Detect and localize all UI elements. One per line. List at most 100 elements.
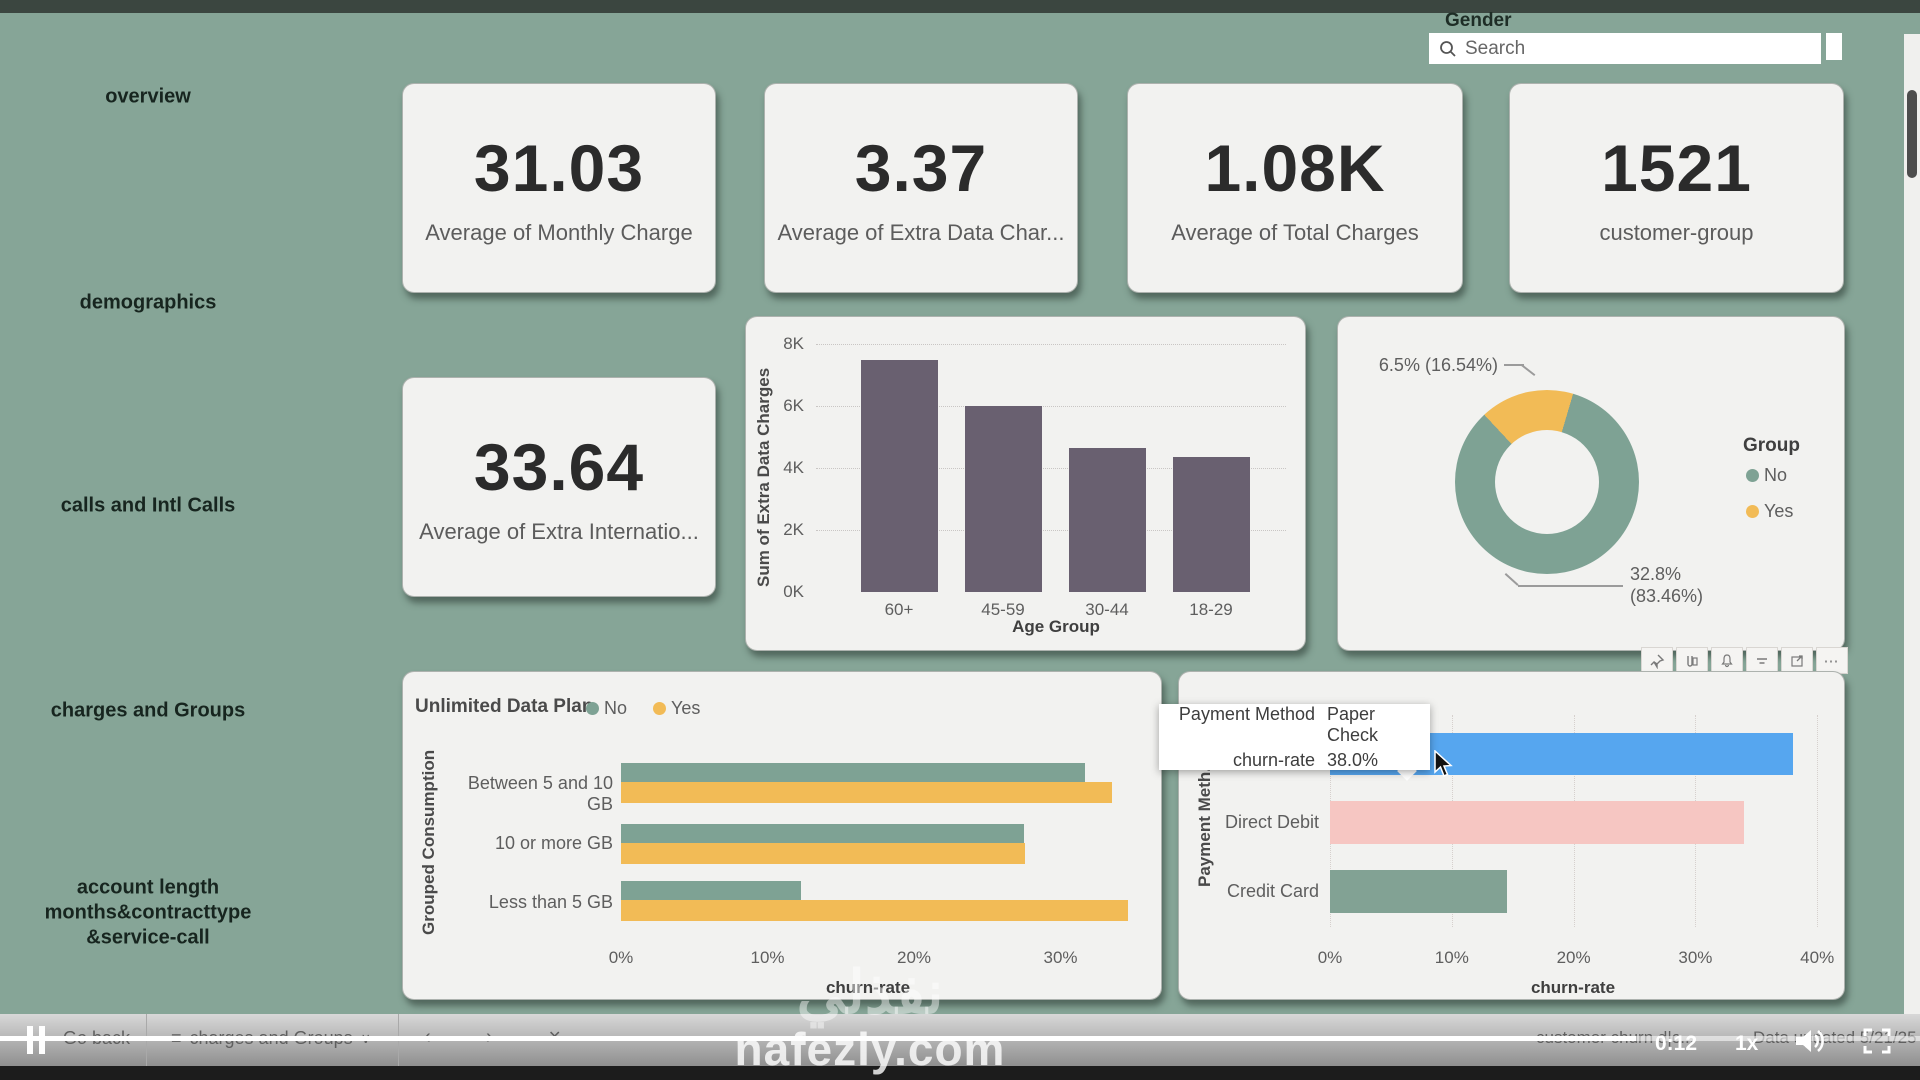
copy-icon[interactable] <box>1676 647 1708 674</box>
legend-dot-yes <box>653 702 666 715</box>
unlimited-data-plan-chart[interactable]: Unlimited Data Plan No Yes Grouped Consu… <box>402 671 1162 1000</box>
donut-legend-title: Group <box>1743 435 1800 457</box>
x-tick-label: 40% <box>1787 948 1847 968</box>
kpi-card-total-charges[interactable]: 1.08K Average of Total Charges <box>1127 83 1463 293</box>
y-category-label: Direct Debit <box>1199 812 1319 833</box>
video-time: 0:12 <box>1655 1032 1697 1056</box>
y-category-label: Credit Card <box>1199 881 1319 902</box>
scrollbar-track[interactable] <box>1904 34 1920 1014</box>
callout-line <box>1505 573 1519 586</box>
legend-item-yes[interactable]: Yes <box>653 698 700 719</box>
bar-60+[interactable] <box>861 360 938 593</box>
y-tick-label: 4K <box>762 458 804 478</box>
kpi-card-customer-group[interactable]: 1521 customer-group <box>1509 83 1844 293</box>
visual-header-toolbar: ⋯ <box>1641 647 1848 674</box>
bar-yes-Less than 5 GB[interactable] <box>621 900 1128 921</box>
kpi-value: 31.03 <box>474 130 644 206</box>
pause-button[interactable] <box>27 1026 45 1054</box>
mouse-cursor <box>1433 750 1457 783</box>
kpi-card-extra-data-charge[interactable]: 3.37 Average of Extra Data Char... <box>764 83 1078 293</box>
sidebar-item-demographics[interactable]: demographics <box>80 291 217 316</box>
kpi-label: Average of Extra Internatio... <box>419 519 699 545</box>
bar-45-59[interactable] <box>965 406 1042 592</box>
sidebar-item-overview[interactable]: overview <box>105 85 191 110</box>
pause-icon <box>27 1026 33 1054</box>
legend-item-no[interactable]: No <box>586 698 627 719</box>
kpi-value: 1521 <box>1601 130 1752 206</box>
legend-dot-yes <box>1746 505 1759 518</box>
x-category-label: 60+ <box>849 600 949 620</box>
watermark-word: نفذلي <box>690 958 1050 1028</box>
bar-no-Between 5 and 10 GB[interactable] <box>621 763 1085 782</box>
search-box[interactable]: Search <box>1429 33 1821 64</box>
search-icon <box>1439 40 1457 58</box>
legend-dot-no <box>586 702 599 715</box>
age-chart-x-axis-title: Age Group <box>976 617 1136 637</box>
kpi-label: Average of Monthly Charge <box>425 220 692 246</box>
pause-icon <box>39 1026 45 1054</box>
plan-chart-y-axis-label: Grouped Consumption <box>419 742 439 942</box>
bar-yes-10 or more GB[interactable] <box>621 843 1025 864</box>
kpi-label: Average of Extra Data Char... <box>778 220 1065 246</box>
slicer-title: Gender <box>1445 10 1512 32</box>
legend-item-no[interactable]: No <box>1746 465 1787 486</box>
callout-line <box>1518 585 1623 587</box>
x-category-label: 45-59 <box>953 600 1053 620</box>
filter-lines-icon[interactable] <box>1746 647 1778 674</box>
tooltip-value: 38.0% <box>1327 750 1424 771</box>
age-group-bar-chart[interactable]: Sum of Extra Data Charges Age Group 0K2K… <box>745 316 1306 651</box>
pay-chart-x-axis-title: churn-rate <box>1498 978 1648 998</box>
legend-dot-no <box>1746 469 1759 482</box>
kpi-card-extra-international[interactable]: 33.64 Average of Extra Internatio... <box>402 377 716 597</box>
donut-hole <box>1495 430 1599 534</box>
group-donut-chart[interactable]: 6.5% (16.54%) 32.8% (83.46%) Group No Ye… <box>1337 316 1845 651</box>
eraser-icon[interactable] <box>1826 33 1842 60</box>
search-placeholder[interactable]: Search <box>1465 38 1525 60</box>
tooltip: Payment Method Paper Check churn-rate 38… <box>1159 704 1430 770</box>
dashboard-screen: overview demographics calls and Intl Cal… <box>0 0 1920 1080</box>
bar-no-Less than 5 GB[interactable] <box>621 881 801 900</box>
sidebar-item-calls[interactable]: calls and Intl Calls <box>61 494 236 519</box>
sidebar-item-charges-groups[interactable]: charges and Groups <box>51 699 246 724</box>
y-category-label: 10 or more GB <box>443 833 613 854</box>
y-tick-label: 2K <box>762 520 804 540</box>
tooltip-label: Payment Method <box>1165 704 1315 746</box>
fullscreen-button[interactable] <box>1862 1027 1892 1060</box>
gridline <box>816 344 1286 345</box>
pin-icon[interactable] <box>1641 647 1673 674</box>
x-tick-label: 20% <box>1544 948 1604 968</box>
x-category-label: 30-44 <box>1057 600 1157 620</box>
alert-icon[interactable] <box>1711 647 1743 674</box>
sidebar-item-account-length[interactable]: account length months&contracttype &serv… <box>45 876 252 951</box>
playback-speed-button[interactable]: 1x <box>1735 1032 1758 1056</box>
donut-callout-no: 32.8% (83.46%) <box>1630 563 1750 607</box>
focus-mode-icon[interactable] <box>1781 647 1813 674</box>
volume-button[interactable] <box>1793 1026 1829 1061</box>
kpi-value: 3.37 <box>855 130 987 206</box>
bar-Direct Debit[interactable] <box>1330 801 1744 844</box>
plan-chart-plot <box>621 757 1146 927</box>
tooltip-value: Paper Check <box>1327 704 1424 746</box>
y-tick-label: 6K <box>762 396 804 416</box>
bar-Credit Card[interactable] <box>1330 870 1507 913</box>
x-tick-label: 10% <box>1422 948 1482 968</box>
age-chart-plot <box>816 344 1286 592</box>
bar-18-29[interactable] <box>1173 457 1250 592</box>
watermark-domain: nafezly.com <box>690 1022 1050 1076</box>
legend-item-yes[interactable]: Yes <box>1746 501 1793 522</box>
tooltip-label: churn-rate <box>1165 750 1315 771</box>
y-tick-label: 0K <box>762 582 804 602</box>
bar-no-10 or more GB[interactable] <box>621 824 1024 843</box>
bar-yes-Between 5 and 10 GB[interactable] <box>621 782 1112 803</box>
x-tick-label: 0% <box>1300 948 1360 968</box>
y-tick-label: 8K <box>762 334 804 354</box>
x-category-label: 18-29 <box>1161 600 1261 620</box>
x-tick-label: 0% <box>591 948 651 968</box>
kpi-card-monthly-charge[interactable]: 31.03 Average of Monthly Charge <box>402 83 716 293</box>
more-options-icon[interactable]: ⋯ <box>1816 647 1848 674</box>
scrollbar-thumb[interactable] <box>1907 90 1917 178</box>
bar-30-44[interactable] <box>1069 448 1146 592</box>
x-tick-label: 30% <box>1665 948 1725 968</box>
kpi-label: Average of Total Charges <box>1171 220 1418 246</box>
callout-line <box>1521 364 1536 376</box>
